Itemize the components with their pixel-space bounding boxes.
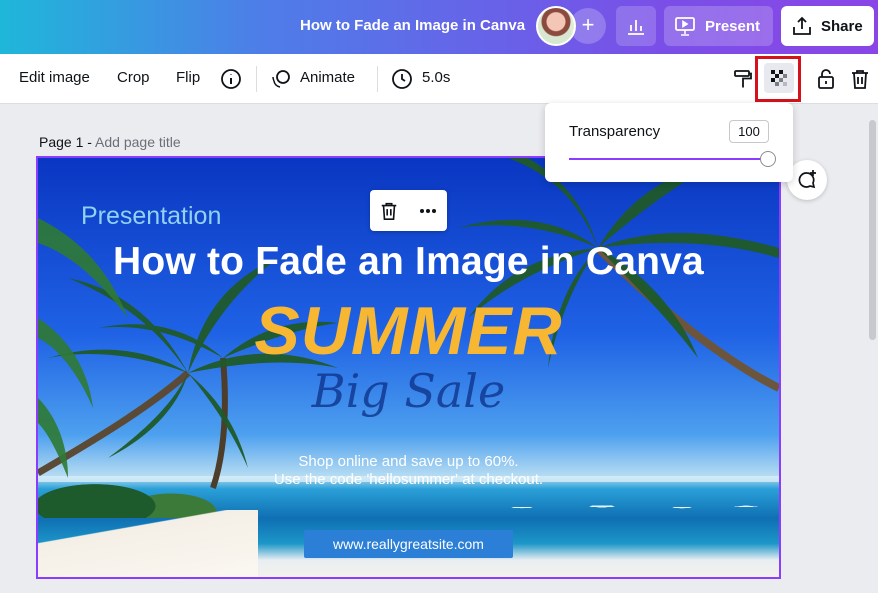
insights-button[interactable] [616, 6, 656, 46]
promo-line-2[interactable]: Use the code 'hellosummer' at checkout. [38, 471, 779, 488]
toolbar-divider [377, 66, 378, 92]
crop-button[interactable]: Crop [117, 69, 150, 86]
paint-roller-icon [734, 70, 752, 88]
design-title[interactable]: How to Fade an Image in Canva [38, 240, 779, 284]
trash-icon[interactable] [379, 201, 399, 221]
present-button[interactable]: Present [664, 6, 773, 46]
editor-toolbar: Edit image Crop Flip Animate 5.0s [0, 54, 878, 104]
transparency-popover: Transparency 100 [545, 103, 793, 182]
more-options-icon[interactable] [418, 201, 438, 221]
present-icon [675, 17, 695, 36]
copy-style-button[interactable] [731, 67, 755, 91]
trash-icon [852, 70, 868, 89]
transparency-highlight-box [755, 56, 801, 102]
transparency-slider-thumb[interactable] [760, 151, 776, 167]
summer-headline[interactable]: SUMMER [38, 292, 779, 370]
page-number: Page 1 - [39, 134, 96, 150]
bar-chart-icon [628, 20, 644, 35]
clock-icon [392, 69, 412, 89]
edit-image-button[interactable]: Edit image [19, 69, 90, 86]
info-button[interactable] [219, 67, 243, 91]
toolbar-divider [256, 66, 257, 92]
info-icon [221, 69, 241, 89]
flip-button[interactable]: Flip [176, 69, 200, 86]
share-button[interactable]: Share [781, 6, 874, 46]
top-header: How to Fade an Image in Canva + Present … [0, 0, 878, 54]
duration-label[interactable]: 5.0s [422, 69, 450, 86]
page-label: Page 1 - Add page title [39, 134, 181, 150]
presentation-heading[interactable]: Presentation [81, 202, 221, 231]
lock-button[interactable] [814, 67, 838, 91]
big-sale-script[interactable]: Big Sale [38, 364, 779, 418]
page-title-input[interactable]: Add page title [95, 134, 181, 150]
promo-line-1[interactable]: Shop online and save up to 60%. [38, 453, 779, 470]
website-url-button[interactable]: www.reallygreatsite.com [304, 530, 513, 558]
animate-button[interactable]: Animate [300, 69, 355, 86]
delete-button[interactable] [848, 67, 872, 91]
animate-icon [272, 70, 290, 88]
transparency-slider[interactable] [569, 158, 769, 160]
add-collaborator-button[interactable]: + [570, 8, 606, 44]
transparency-value-input[interactable]: 100 [729, 120, 769, 143]
scrollbar-thumb[interactable] [869, 120, 876, 340]
transparency-label: Transparency [569, 123, 661, 140]
share-label: Share [821, 17, 863, 35]
unlock-icon [818, 69, 834, 89]
selection-floating-menu [370, 190, 447, 231]
add-comment-button[interactable] [787, 160, 827, 200]
comment-plus-icon [798, 170, 816, 189]
animate-icon-wrap[interactable] [269, 67, 293, 91]
present-label: Present [705, 17, 761, 35]
document-title[interactable]: How to Fade an Image in Canva [300, 17, 525, 34]
share-upload-icon [793, 16, 811, 35]
timing-button[interactable] [390, 67, 414, 91]
